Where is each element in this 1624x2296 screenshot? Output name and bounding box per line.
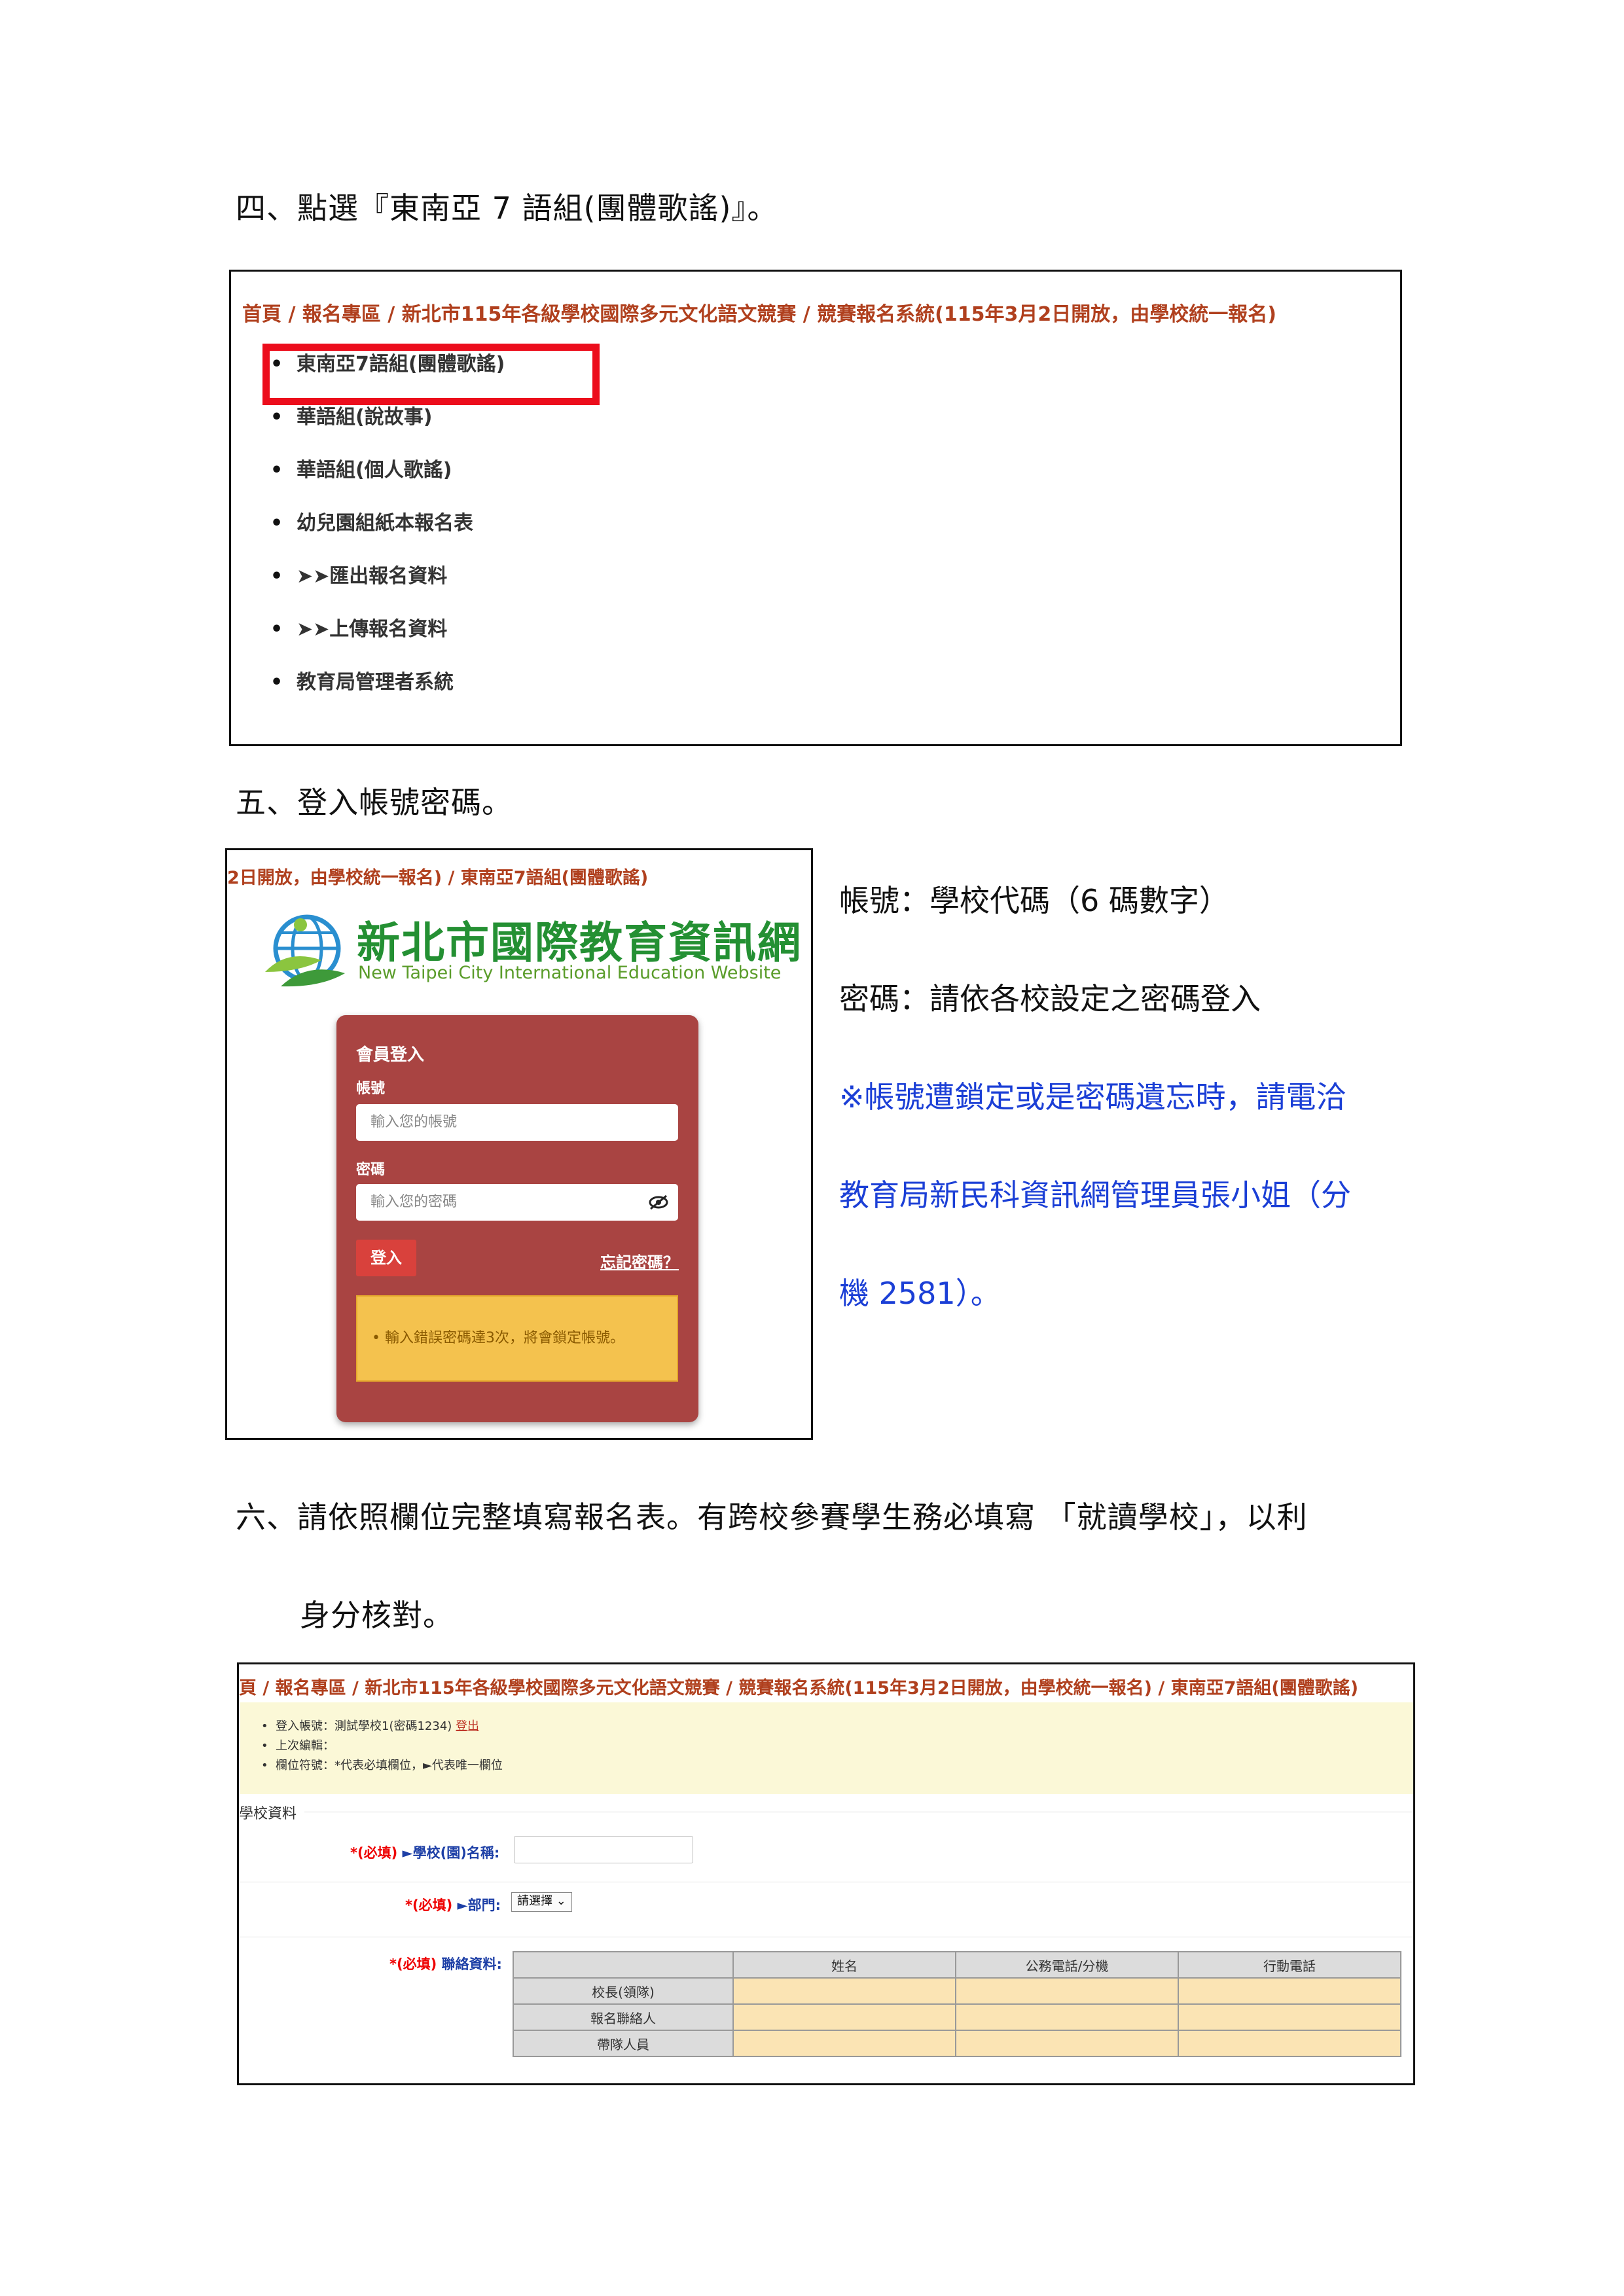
table-header-office-phone: 公務電話/分機 [955, 1951, 1179, 1979]
globe-logo-icon [265, 914, 345, 987]
logout-link[interactable]: 登出 [456, 1719, 479, 1733]
department-select[interactable]: 請選擇 ⌄ [511, 1892, 572, 1912]
menu-item-export-data[interactable]: ➤➤匯出報名資料 [270, 561, 505, 614]
info-login-text: 登入帳號：測試學校1(密碼1234) [276, 1719, 452, 1733]
note-account: 帳號：學校代碼（6 碼數字） [839, 883, 1229, 918]
table-row: 帶隊人員 [513, 2030, 1401, 2057]
menu-item-kindergarten-paper-form[interactable]: 幼兒園組紙本報名表 [270, 508, 505, 561]
contact-label: *(必填) 聯絡資料: [389, 1954, 502, 1973]
mobile-input[interactable] [1178, 2003, 1401, 2031]
step6-heading-line1: 六、請依照欄位完整填寫報名表。有跨校參賽學生務必填寫 「就讀學校」，以利 [236, 1499, 1308, 1535]
account-label: 帳號 [356, 1081, 386, 1097]
school-name-label: *(必填) ►學校(園)名稱: [350, 1842, 499, 1862]
password-placeholder: 輸入您的密碼 [370, 1194, 458, 1210]
step4-heading: 四、點選『東南亞 7 語組(團體歌謠)』。 [236, 190, 778, 226]
note-lock-line2: 教育局新民科資訊網管理員張小姐（分 [839, 1177, 1351, 1213]
contact-label-text: 聯絡資料: [441, 1956, 502, 1972]
menu-screenshot: 首頁 / 報名專區 / 新北市115年各級學校國際多元文化語文競賽 / 競賽報名… [229, 270, 1402, 746]
lockout-warning-text: 輸入錯誤密碼達3次，將會鎖定帳號。 [384, 1330, 624, 1346]
info-login: 登入帳號：測試學校1(密碼1234) 登出 [261, 1717, 503, 1736]
contact-table: 姓名 公務電話/分機 行動電話 校長(領隊) 報名聯絡人 帶隊人員 [513, 1951, 1401, 2057]
eye-slash-icon[interactable] [648, 1194, 669, 1210]
panel-title: 會員登入 [356, 1045, 425, 1065]
name-input[interactable] [732, 2003, 956, 2031]
required-marker: *(必填) [350, 1845, 398, 1861]
breadcrumb: 2日開放，由學校統一報名) / 東南亞7語組(團體歌謠) [227, 868, 649, 888]
row-label: 帶隊人員 [513, 2030, 734, 2057]
section-title: 學校資料 [239, 1806, 297, 1822]
department-label: *(必填) ►部門: [405, 1895, 501, 1914]
password-label: 密碼 [356, 1162, 386, 1178]
office-phone-input[interactable] [955, 2030, 1179, 2057]
office-phone-input[interactable] [955, 2003, 1179, 2031]
table-header-name: 姓名 [732, 1951, 956, 1979]
name-input[interactable] [732, 1977, 956, 2005]
breadcrumb: 頁 / 報名專區 / 新北市115年各級學校國際多元文化語文競賽 / 競賽報名系… [239, 1678, 1359, 1698]
note-password: 密碼：請依各校設定之密碼登入 [839, 981, 1261, 1016]
form-screenshot: 頁 / 報名專區 / 新北市115年各級學校國際多元文化語文競賽 / 競賽報名系… [237, 1662, 1415, 2085]
password-input[interactable]: 輸入您的密碼 [356, 1184, 678, 1221]
row-label: 校長(領隊) [513, 1977, 734, 2005]
table-header-blank [513, 1951, 734, 1979]
step5-heading: 五、登入帳號密碼。 [236, 785, 513, 820]
forgot-password-link[interactable]: 忘記密碼？ [600, 1249, 679, 1272]
menu-item-upload-data[interactable]: ➤➤上傳報名資料 [270, 614, 505, 667]
menu-item-mandarin-solo-song[interactable]: 華語組(個人歌謠) [270, 455, 505, 508]
required-marker: *(必填) [389, 1956, 437, 1972]
note-lock-line3: 機 2581）。 [839, 1276, 1001, 1311]
highlight-box [262, 344, 600, 405]
login-screenshot: 2日開放，由學校統一報名) / 東南亞7語組(團體歌謠) 新北市國際教育資訊網 … [225, 848, 813, 1440]
office-phone-input[interactable] [955, 1977, 1179, 2005]
info-box: 登入帳號：測試學校1(密碼1234) 登出 上次編輯： 欄位符號：*代表必填欄位… [240, 1702, 1413, 1794]
mobile-input[interactable] [1178, 1977, 1401, 2005]
menu-item-admin-system[interactable]: 教育局管理者系統 [270, 667, 505, 720]
step6-heading-line2: 身分核對。 [300, 1598, 454, 1633]
table-header-mobile: 行動電話 [1178, 1951, 1401, 1979]
login-panel: 會員登入 帳號 輸入您的帳號 密碼 輸入您的密碼 登入 忘記密碼？ • 輸入錯誤… [336, 1015, 698, 1422]
table-row: 報名聯絡人 [513, 2003, 1401, 2031]
school-name-input[interactable] [514, 1836, 693, 1863]
department-label-text: ►部門: [457, 1897, 501, 1913]
row-label: 報名聯絡人 [513, 2003, 734, 2031]
breadcrumb: 首頁 / 報名專區 / 新北市115年各級學校國際多元文化語文競賽 / 競賽報名… [242, 303, 1276, 326]
required-marker: *(必填) [405, 1897, 453, 1913]
site-logo-title: 新北市國際教育資訊網 [357, 918, 802, 968]
mobile-input[interactable] [1178, 2030, 1401, 2057]
school-name-label-text: ►學校(園)名稱: [402, 1845, 500, 1861]
table-row: 校長(領隊) [513, 1977, 1401, 2005]
site-logo-subtitle: New Taipei City International Education … [358, 963, 782, 983]
note-lock-line1: ※帳號遭鎖定或是密碼遺忘時，請電洽 [839, 1079, 1346, 1115]
account-input[interactable]: 輸入您的帳號 [356, 1104, 678, 1141]
info-editor: 上次編輯： [261, 1736, 503, 1756]
table-header-row: 姓名 公務電話/分機 行動電話 [513, 1951, 1401, 1979]
menu-item-mandarin-story[interactable]: 華語組(說故事) [270, 402, 505, 455]
lockout-warning: • 輸入錯誤密碼達3次，將會鎖定帳號。 [356, 1295, 678, 1382]
login-button[interactable]: 登入 [356, 1240, 416, 1276]
info-symbols: 欄位符號：*代表必填欄位，►代表唯一欄位 [261, 1756, 503, 1776]
name-input[interactable] [732, 2030, 956, 2057]
